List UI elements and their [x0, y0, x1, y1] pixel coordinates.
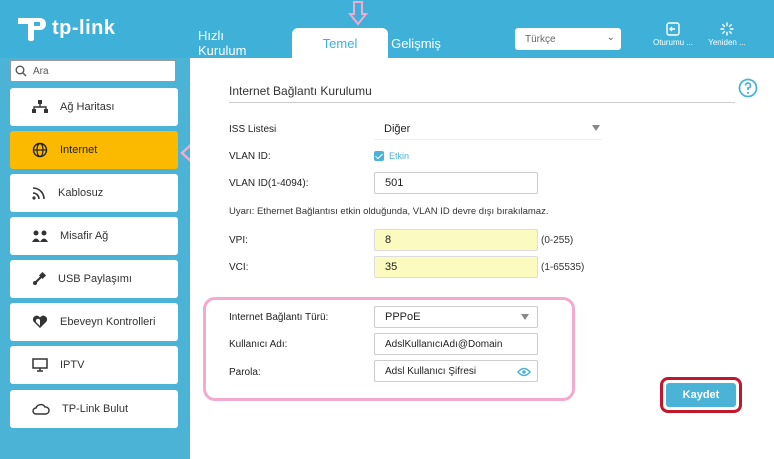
- isp-list-label: ISS Listesi: [229, 124, 277, 135]
- vci-input[interactable]: 35: [374, 256, 538, 278]
- parental-controls-icon: [32, 315, 48, 328]
- vlan-id-label: VLAN ID:: [229, 151, 271, 162]
- logout-icon: [666, 22, 680, 36]
- top-header: tp-link Hızlı Kurulum Temel Gelişmiş Tür…: [0, 0, 774, 58]
- isp-list-select[interactable]: Diğer: [374, 118, 602, 140]
- tab-advanced[interactable]: Gelişmiş: [388, 28, 444, 58]
- sidebar-item-parental-controls[interactable]: Ebeveyn Kontrolleri: [10, 303, 178, 341]
- password-input[interactable]: Adsl Kullanıcı Şifresi: [374, 360, 538, 382]
- vpi-range-hint: (0-255): [541, 235, 574, 246]
- vlan-id-input[interactable]: 501: [374, 172, 538, 194]
- sidebar-item-usb-sharing[interactable]: USB Paylaşımı: [10, 260, 178, 298]
- sidebar-item-label: Ebeveyn Kontrolleri: [60, 316, 156, 328]
- logout-button[interactable]: Oturumu ...: [648, 22, 698, 47]
- wifi-icon: [32, 187, 45, 200]
- search-placeholder: Ara: [33, 65, 49, 77]
- vlan-enable-checkbox[interactable]: [374, 151, 384, 161]
- username-label: Kullanıcı Adı:: [229, 339, 288, 350]
- tab-quick-setup[interactable]: Hızlı Kurulum: [198, 28, 256, 58]
- page-title: Internet Bağlantı Kurulumu: [229, 84, 372, 98]
- isp-list-value: Diğer: [384, 122, 411, 135]
- connection-type-value: PPPoE: [385, 311, 421, 323]
- cloud-icon: [32, 403, 50, 415]
- title-divider: [229, 102, 735, 103]
- username-value: AdslKullanıcıAdı@Domain: [385, 338, 503, 350]
- search-input[interactable]: Ara: [10, 60, 176, 82]
- sidebar-item-network-map[interactable]: Ağ Haritası: [10, 88, 178, 126]
- password-label: Parola:: [229, 367, 261, 378]
- sidebar-item-guest-network[interactable]: Misafir Ağ: [10, 217, 178, 255]
- help-icon[interactable]: [738, 78, 758, 98]
- connection-type-label: Internet Bağlantı Türü:: [229, 312, 329, 323]
- monitor-icon: [32, 358, 48, 372]
- sidebar-item-label: IPTV: [60, 359, 85, 371]
- caret-down-icon: [521, 314, 529, 320]
- sidebar-item-label: TP-Link Bulut: [62, 403, 129, 415]
- sidebar-item-tp-link-cloud[interactable]: TP-Link Bulut: [10, 390, 178, 428]
- annotation-arrow-down-icon: [348, 1, 368, 26]
- tab-label: Hızlı Kurulum: [198, 28, 247, 58]
- caret-down-icon: [592, 125, 600, 131]
- sidebar-item-label: Kablosuz: [58, 187, 104, 199]
- save-button[interactable]: Kaydet: [666, 383, 736, 407]
- vpi-label: VPI:: [229, 235, 248, 246]
- vlan-enable-label: Etkin: [389, 151, 410, 161]
- tab-label: Gelişmiş: [391, 35, 441, 51]
- sidebar-item-iptv[interactable]: IPTV: [10, 346, 178, 384]
- logout-label: Oturumu ...: [652, 38, 693, 47]
- sidebar-item-internet[interactable]: Internet: [10, 131, 178, 169]
- tp-link-logo: tp-link: [12, 10, 116, 46]
- guest-network-icon: [32, 230, 48, 242]
- password-value: Adsl Kullanıcı Şifresi: [385, 365, 477, 377]
- connection-type-select[interactable]: PPPoE: [374, 306, 538, 328]
- usb-icon: [33, 272, 46, 285]
- reboot-icon: [720, 22, 734, 36]
- sidebar-item-wireless[interactable]: Kablosuz: [10, 174, 178, 212]
- vlan-warning-text: Uyarı: Ethernet Bağlantısı etkin olduğun…: [229, 206, 549, 217]
- eye-icon[interactable]: [517, 367, 531, 377]
- chevron-down-icon: ⌄: [606, 32, 615, 43]
- sidebar-item-label: USB Paylaşımı: [58, 273, 132, 285]
- network-map-icon: [32, 100, 48, 113]
- vpi-value: 8: [385, 234, 392, 246]
- globe-icon: [32, 142, 48, 158]
- sidebar-item-label: Ağ Haritası: [60, 101, 115, 113]
- reboot-label: Yeniden ...: [708, 38, 746, 47]
- vlan-id-value: 501: [385, 177, 404, 189]
- tab-basic[interactable]: Temel: [292, 28, 388, 58]
- language-select[interactable]: Türkçe ⌄: [515, 28, 621, 50]
- tab-label: Temel: [322, 35, 358, 51]
- search-icon: [15, 65, 27, 77]
- brand-name: tp-link: [52, 16, 116, 39]
- vlan-id-range-label: VLAN ID(1-4094):: [229, 178, 309, 189]
- vci-range-hint: (1-65535): [541, 262, 585, 273]
- sidebar-item-label: Misafir Ağ: [60, 230, 109, 242]
- username-input[interactable]: AdslKullanıcıAdı@Domain: [374, 333, 538, 355]
- vpi-input[interactable]: 8: [374, 229, 538, 251]
- reboot-button[interactable]: Yeniden ...: [702, 22, 752, 47]
- vci-label: VCI:: [229, 262, 249, 273]
- language-value: Türkçe: [525, 33, 556, 45]
- sidebar-item-label: Internet: [60, 144, 98, 156]
- tp-link-logo-icon: [18, 18, 46, 41]
- vci-value: 35: [385, 261, 398, 273]
